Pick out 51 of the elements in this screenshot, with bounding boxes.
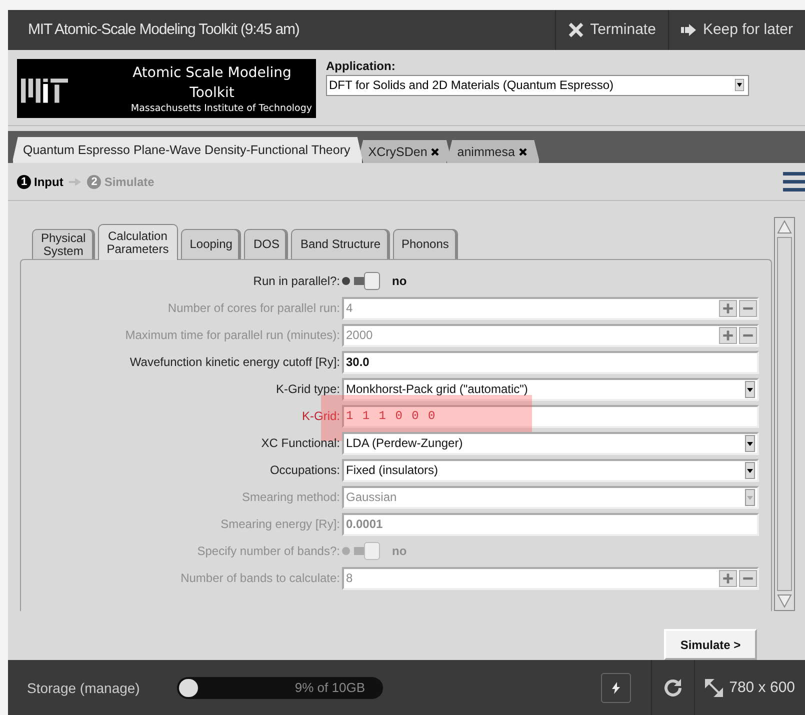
close-icon[interactable] — [518, 148, 527, 156]
form-tab[interactable]: Band Structure — [291, 229, 390, 259]
arrow-icon — [680, 24, 697, 36]
field-label: Run in parallel?: — [252, 274, 341, 288]
application-select[interactable]: DFT for Solids and 2D Materials (Quantum Espresso) — [326, 74, 749, 96]
field-label: Number of bands to calculate: — [180, 571, 341, 585]
form-tab[interactable]: Phonons — [392, 229, 458, 259]
resize-icon[interactable] — [705, 678, 724, 696]
field-label: Maximum time for parallel run (minutes): — [124, 328, 341, 342]
caret-icon — [745, 488, 755, 506]
screen-size: 780 x 600 — [729, 679, 795, 696]
menu-icon[interactable] — [783, 170, 805, 193]
field-label: Specify number of bands?: — [196, 544, 341, 558]
form-tab[interactable]: Looping — [180, 229, 242, 259]
field-label: K-Grid type: — [274, 382, 341, 396]
storage-link[interactable]: Storage (manage) — [8, 680, 177, 696]
lightning-button[interactable] — [601, 672, 632, 702]
application-label: Application: — [326, 58, 396, 73]
refresh-icon[interactable] — [662, 676, 684, 698]
arrow-icon — [69, 178, 82, 186]
window-title: MIT Atomic-Scale Modeling Toolkit (9:45 am) — [27, 21, 300, 38]
step-item[interactable]: 1 Input — [17, 174, 64, 189]
form-tab[interactable]: Physical System — [32, 229, 95, 259]
caret-icon — [745, 462, 755, 478]
field-label: Wavefunction kinetic energy cutoff [Ry]: — [128, 355, 341, 369]
form-tab[interactable]: Calculation Parameters — [98, 224, 178, 260]
close-icon[interactable] — [431, 148, 440, 156]
field-label: K-Grid: — [300, 409, 341, 423]
form-tab[interactable]: DOS — [244, 229, 288, 259]
dropdown-field[interactable]: Monkhorst-Pack grid ("automatic") — [342, 378, 759, 400]
caret-icon — [745, 434, 755, 452]
field-label: Smearing method: — [240, 490, 341, 504]
tool-tab[interactable]: Quantum Espresso Plane-Wave Density-Functional Theory — [12, 136, 364, 164]
logo-subtitle: Massachusetts Institute of Technology — [130, 102, 312, 114]
field-label: Number of cores for parallel run: — [166, 301, 341, 315]
field-label: XC Functional: — [260, 436, 341, 450]
storage-reading: 9% of 10GB — [294, 680, 365, 695]
lightning-icon — [612, 682, 620, 694]
dropdown-field[interactable]: LDA (Perdew-Zunger) — [342, 432, 759, 454]
caret-icon — [745, 380, 755, 398]
scrollbar[interactable] — [774, 217, 795, 611]
field-label: Occupations: — [268, 463, 341, 477]
field-label: Smearing energy [Ry]: — [220, 517, 341, 531]
logo-title: Atomic Scale Modeling Toolkit — [132, 64, 292, 103]
dropdown-field[interactable]: Fixed (insulators) — [342, 458, 759, 482]
input-field[interactable]: 30.0 — [342, 350, 759, 374]
close-icon — [568, 22, 584, 38]
tool-tab[interactable]: animmesa — [446, 139, 540, 164]
caret-icon — [735, 79, 744, 92]
parallel-toggle[interactable]: no — [342, 274, 407, 288]
simulate-button[interactable]: Simulate > — [664, 629, 757, 660]
